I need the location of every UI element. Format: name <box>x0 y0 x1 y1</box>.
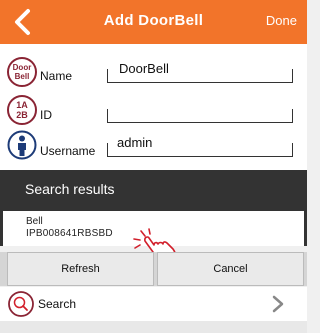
cancel-button[interactable]: Cancel <box>157 252 304 286</box>
chevron-right-icon <box>272 295 284 313</box>
refresh-button[interactable]: Refresh <box>7 252 154 286</box>
id-row: 1A 2B ID <box>0 92 307 130</box>
name-field-value[interactable]: DoorBell <box>119 61 169 76</box>
id-label: ID <box>40 108 52 122</box>
form-panel: Door Bell Name DoorBell 1A 2B ID Usernam… <box>0 44 307 170</box>
search-label: Search <box>38 297 77 311</box>
search-row[interactable]: Search <box>0 287 307 321</box>
id-icon-line2: 2B <box>16 110 28 120</box>
id-icon: 1A 2B <box>7 95 37 125</box>
id-icon-line1: 1A <box>16 100 28 110</box>
doorbell-icon-line1: Door <box>12 63 32 72</box>
username-row: Username admin <box>0 128 307 166</box>
search-results-title: Search results <box>25 181 115 197</box>
id-field[interactable] <box>107 109 293 123</box>
action-button-bar: Refresh Cancel <box>0 252 307 286</box>
name-label: Name <box>40 69 73 83</box>
done-button[interactable]: Done <box>266 13 297 28</box>
username-field-value[interactable]: admin <box>117 135 152 150</box>
result-name: Bell <box>26 216 43 227</box>
header-bar: Add DoorBell Done <box>0 0 307 44</box>
username-label: Username <box>40 144 96 158</box>
user-icon <box>7 130 37 160</box>
doorbell-icon: Door Bell <box>7 57 37 87</box>
search-icon <box>8 291 34 317</box>
doorbell-icon-line2: Bell <box>14 72 30 81</box>
name-row: Door Bell Name DoorBell <box>0 54 307 92</box>
page-title: Add DoorBell <box>103 12 204 29</box>
bottom-strip <box>0 321 307 333</box>
result-id: IPB008641RBSBD <box>26 228 113 239</box>
